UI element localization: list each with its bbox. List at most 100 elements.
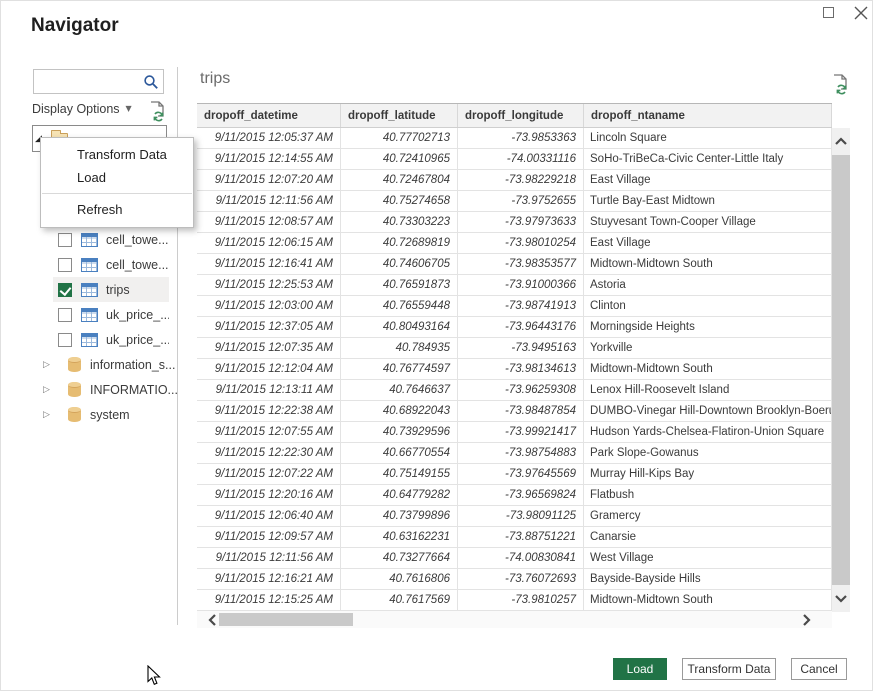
table-row: 9/11/2015 12:12:04 AM 40.76774597 -73.98… [197, 359, 832, 380]
database-icon [68, 407, 81, 422]
cell-dropoff-longitude: -73.9853363 [458, 128, 584, 148]
horizontal-scrollbar[interactable] [197, 611, 832, 628]
tree-item-cell-towers-2[interactable]: cell_towe... [31, 227, 169, 252]
menu-item-load[interactable]: Load [41, 166, 193, 189]
search-box [33, 69, 164, 94]
cell-dropoff-datetime: 9/11/2015 12:22:30 AM [197, 443, 341, 463]
tree-item-system[interactable]: ▷ system [31, 402, 169, 427]
vertical-scrollbar-thumb[interactable] [832, 155, 850, 585]
table-row: 9/11/2015 12:22:38 AM 40.68922043 -73.98… [197, 401, 832, 422]
refresh-preview-icon[interactable] [830, 73, 850, 95]
cell-dropoff-ntaname: East Village [584, 233, 832, 253]
cell-dropoff-datetime: 9/11/2015 12:08:57 AM [197, 212, 341, 232]
cell-dropoff-latitude: 40.72410965 [341, 149, 458, 169]
table-row: 9/11/2015 12:06:15 AM 40.72689819 -73.98… [197, 233, 832, 254]
cell-dropoff-longitude: -74.00331116 [458, 149, 584, 169]
cell-dropoff-ntaname: Midtown-Midtown South [584, 590, 832, 610]
table-row: 9/11/2015 12:16:21 AM 40.7616806 -73.760… [197, 569, 832, 590]
cell-dropoff-longitude: -73.96259308 [458, 380, 584, 400]
display-options-dropdown[interactable]: Display Options▼ [32, 102, 132, 116]
preview-table: dropoff_datetime dropoff_latitude dropof… [197, 103, 832, 611]
cell-dropoff-datetime: 9/11/2015 12:13:11 AM [197, 380, 341, 400]
load-button[interactable]: Load [613, 658, 667, 680]
cell-dropoff-longitude: -73.9495163 [458, 338, 584, 358]
search-input[interactable] [38, 72, 142, 91]
table-row: 9/11/2015 12:14:55 AM 40.72410965 -74.00… [197, 149, 832, 170]
cell-dropoff-ntaname: Lenox Hill-Roosevelt Island [584, 380, 832, 400]
cell-dropoff-datetime: 9/11/2015 12:11:56 AM [197, 191, 341, 211]
cell-dropoff-latitude: 40.73929596 [341, 422, 458, 442]
refresh-preview-icon[interactable] [147, 100, 167, 122]
transform-data-button[interactable]: Transform Data [682, 658, 776, 680]
cell-dropoff-longitude: -73.9810257 [458, 590, 584, 610]
cell-dropoff-longitude: -73.99921417 [458, 422, 584, 442]
vertical-scrollbar[interactable] [832, 128, 850, 612]
table-row: 9/11/2015 12:37:05 AM 40.80493164 -73.96… [197, 317, 832, 338]
cell-dropoff-latitude: 40.72689819 [341, 233, 458, 253]
table-row: 9/11/2015 12:07:35 AM 40.784935 -73.9495… [197, 338, 832, 359]
cell-dropoff-latitude: 40.73799896 [341, 506, 458, 526]
scroll-up-icon[interactable] [832, 130, 850, 152]
column-header-dropoff-longitude[interactable]: dropoff_longitude [458, 104, 584, 127]
cell-dropoff-latitude: 40.76774597 [341, 359, 458, 379]
cell-dropoff-latitude: 40.77702713 [341, 128, 458, 148]
tree-item-cell-towers-3[interactable]: cell_towe... [31, 252, 169, 277]
table-row: 9/11/2015 12:07:20 AM 40.72467804 -73.98… [197, 170, 832, 191]
cell-dropoff-longitude: -74.00830841 [458, 548, 584, 568]
column-header-dropoff-datetime[interactable]: dropoff_datetime [197, 104, 341, 127]
menu-item-refresh[interactable]: Refresh [41, 198, 193, 221]
caret-collapsed-icon[interactable]: ▷ [43, 385, 55, 395]
cell-dropoff-longitude: -73.98353577 [458, 254, 584, 274]
cell-dropoff-ntaname: Lincoln Square [584, 128, 832, 148]
cell-dropoff-ntaname: Astoria [584, 275, 832, 295]
maximize-icon[interactable] [821, 5, 837, 21]
search-icon[interactable] [143, 74, 159, 90]
scroll-down-icon[interactable] [832, 588, 850, 610]
table-icon [81, 333, 98, 347]
tree-item-information-schema-1[interactable]: ▷information_s... [31, 352, 169, 377]
menu-item-transform-data[interactable]: Transform Data [41, 143, 193, 166]
cell-dropoff-ntaname: West Village [584, 548, 832, 568]
caret-collapsed-icon[interactable]: ▷ [43, 360, 55, 370]
caret-collapsed-icon[interactable]: ▷ [43, 410, 55, 420]
cell-dropoff-longitude: -73.9752655 [458, 191, 584, 211]
cell-dropoff-latitude: 40.72467804 [341, 170, 458, 190]
checkbox-unchecked[interactable] [58, 333, 72, 347]
cell-dropoff-ntaname: Bayside-Bayside Hills [584, 569, 832, 589]
tree-item-label: system [90, 408, 130, 422]
cell-dropoff-ntaname: Turtle Bay-East Midtown [584, 191, 832, 211]
tree-item-trips[interactable]: trips [53, 277, 169, 302]
column-header-dropoff-ntaname[interactable]: dropoff_ntaname [584, 104, 832, 127]
cell-dropoff-ntaname: Hudson Yards-Chelsea-Flatiron-Union Squa… [584, 422, 832, 442]
tree-item-uk-price-2[interactable]: uk_price_... [31, 327, 169, 352]
checkbox-unchecked[interactable] [58, 308, 72, 322]
column-header-dropoff-latitude[interactable]: dropoff_latitude [341, 104, 458, 127]
checkbox-unchecked[interactable] [58, 233, 72, 247]
cell-dropoff-ntaname: Midtown-Midtown South [584, 359, 832, 379]
scroll-right-icon[interactable] [796, 611, 818, 628]
cell-dropoff-datetime: 9/11/2015 12:06:40 AM [197, 506, 341, 526]
cell-dropoff-latitude: 40.74606705 [341, 254, 458, 274]
tree-item-label: cell_towe... [106, 233, 169, 247]
cell-dropoff-latitude: 40.75149155 [341, 464, 458, 484]
cell-dropoff-longitude: -73.88751221 [458, 527, 584, 547]
tree-item-information-schema-2[interactable]: ▷INFORMATIO... [31, 377, 169, 402]
table-row: 9/11/2015 12:20:16 AM 40.64779282 -73.96… [197, 485, 832, 506]
checkbox-unchecked[interactable] [58, 258, 72, 272]
cell-dropoff-latitude: 40.66770554 [341, 443, 458, 463]
tree-item-uk-price-1[interactable]: uk_price_... [31, 302, 169, 327]
tree-item-label: cell_towe... [106, 258, 169, 272]
cell-dropoff-datetime: 9/11/2015 12:15:25 AM [197, 590, 341, 610]
close-icon[interactable] [852, 4, 870, 22]
cell-dropoff-ntaname: Canarsie [584, 527, 832, 547]
cell-dropoff-ntaname: Flatbush [584, 485, 832, 505]
cell-dropoff-ntaname: Murray Hill-Kips Bay [584, 464, 832, 484]
horizontal-scrollbar-thumb[interactable] [219, 613, 353, 626]
cell-dropoff-longitude: -73.97645569 [458, 464, 584, 484]
tree-item-label: uk_price_... [106, 333, 169, 347]
cell-dropoff-datetime: 9/11/2015 12:37:05 AM [197, 317, 341, 337]
cell-dropoff-datetime: 9/11/2015 12:05:37 AM [197, 128, 341, 148]
cell-dropoff-datetime: 9/11/2015 12:16:21 AM [197, 569, 341, 589]
cancel-button[interactable]: Cancel [791, 658, 847, 680]
checkbox-checked[interactable] [58, 283, 72, 297]
